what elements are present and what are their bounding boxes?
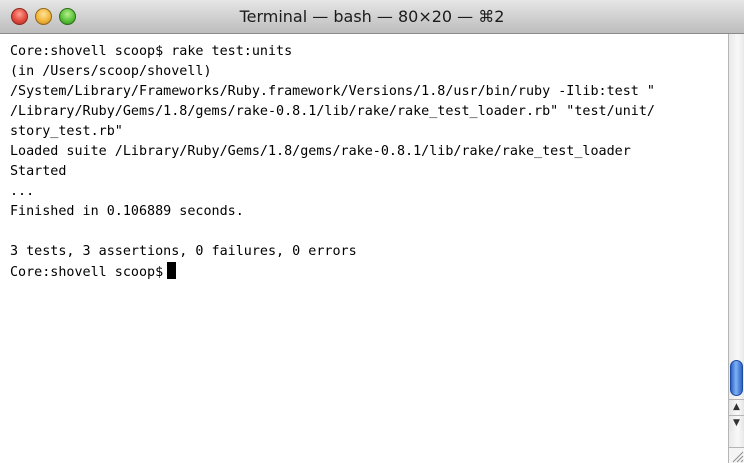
terminal-output[interactable]: Core:shovell scoop$ rake test:units (in … bbox=[0, 34, 728, 463]
terminal-line: Loaded suite /Library/Ruby/Gems/1.8/gems… bbox=[10, 144, 631, 159]
title-bar[interactable]: Terminal — bash — 80×20 — ⌘2 bbox=[0, 0, 744, 34]
terminal-prompt-line[interactable]: Core:shovell scoop$ bbox=[10, 262, 177, 282]
terminal-line: ... bbox=[10, 184, 35, 199]
terminal-line: /Library/Ruby/Gems/1.8/gems/rake-0.8.1/l… bbox=[10, 104, 655, 119]
terminal-window: Terminal — bash — 80×20 — ⌘2 Core:shovel… bbox=[0, 0, 744, 463]
terminal-line: Core:shovell scoop$ rake test:units bbox=[10, 44, 293, 59]
resize-grip-icon[interactable] bbox=[729, 447, 744, 463]
terminal-line: 3 tests, 3 assertions, 0 failures, 0 err… bbox=[10, 244, 357, 259]
terminal-line: Started bbox=[10, 164, 67, 179]
terminal-prompt: Core:shovell scoop$ bbox=[10, 265, 164, 280]
terminal-line: (in /Users/scoop/shovell) bbox=[10, 64, 212, 79]
terminal-line: /System/Library/Frameworks/Ruby.framewor… bbox=[10, 84, 655, 99]
vertical-scrollbar[interactable]: ▲ ▼ bbox=[728, 34, 744, 463]
scroll-thumb[interactable] bbox=[730, 360, 743, 396]
scroll-up-icon[interactable]: ▲ bbox=[729, 399, 744, 415]
window-title: Terminal — bash — 80×20 — ⌘2 bbox=[239, 7, 505, 26]
terminal-line: Finished in 0.106889 seconds. bbox=[10, 204, 244, 219]
terminal-line: story_test.rb" bbox=[10, 124, 123, 139]
scroll-down-icon[interactable]: ▼ bbox=[729, 415, 744, 431]
text-cursor bbox=[167, 262, 177, 279]
